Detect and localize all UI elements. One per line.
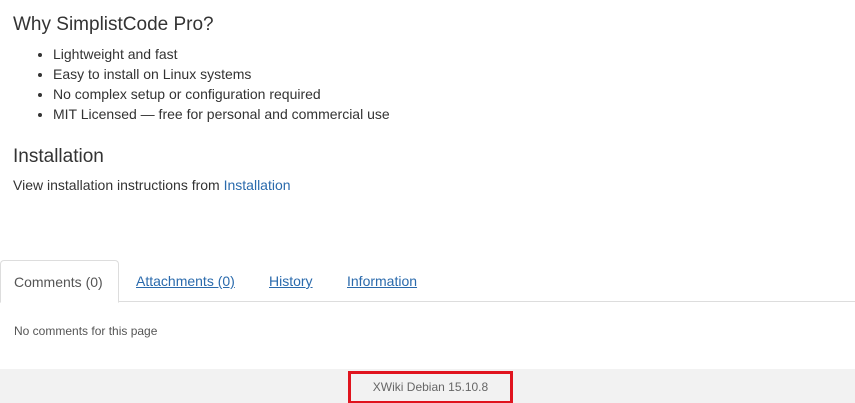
- feature-item: Easy to install on Linux systems: [53, 64, 390, 84]
- docextra-tabs: Comments (0) Attachments (0) History Inf…: [0, 260, 855, 303]
- footer: XWiki Debian 15.10.8: [0, 369, 855, 403]
- feature-list: Lightweight and fast Easy to install on …: [13, 44, 390, 124]
- tab-history[interactable]: History: [256, 260, 326, 302]
- tab-comments[interactable]: Comments (0): [0, 260, 119, 303]
- no-comments-message: No comments for this page: [14, 324, 158, 338]
- feature-item: Lightweight and fast: [53, 44, 390, 64]
- version-label: XWiki Debian 15.10.8: [348, 371, 513, 403]
- tab-information[interactable]: Information: [334, 260, 430, 302]
- tab-attachments[interactable]: Attachments (0): [123, 260, 248, 302]
- wiki-page: Why SimplistCode Pro? Lightweight and fa…: [0, 0, 855, 403]
- installation-link[interactable]: Installation: [224, 177, 291, 193]
- installation-paragraph: View installation instructions from Inst…: [13, 175, 291, 195]
- feature-item: No complex setup or configuration requir…: [53, 84, 390, 104]
- installation-text: View installation instructions from: [13, 177, 224, 193]
- feature-item: MIT Licensed — free for personal and com…: [53, 104, 390, 124]
- why-heading: Why SimplistCode Pro?: [13, 14, 214, 35]
- installation-heading: Installation: [13, 146, 104, 167]
